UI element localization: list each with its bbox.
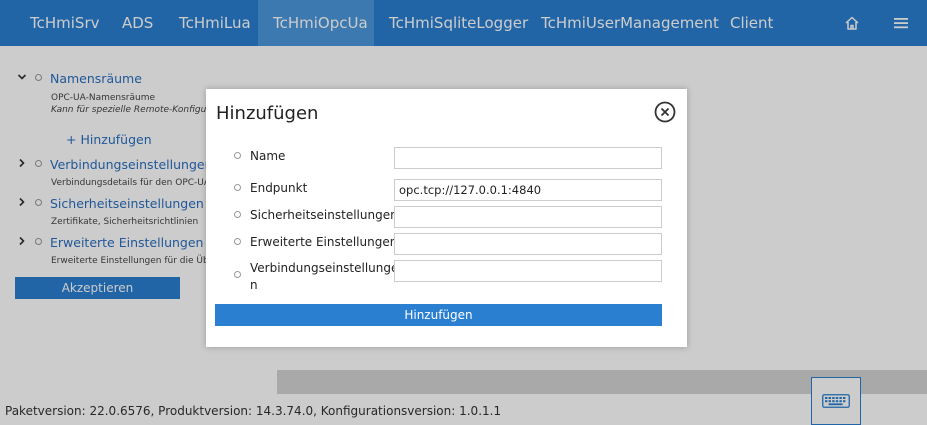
endpoint-input[interactable]: [394, 179, 662, 201]
add-dialog: Hinzufügen Name Endpunkt Sicherheitseins…: [206, 89, 687, 347]
field-bullet: [234, 152, 241, 159]
security-settings-input[interactable]: [394, 206, 662, 228]
advanced-settings-label: Erweiterte Einstellungen: [250, 235, 398, 249]
field-bullet: [234, 211, 241, 218]
advanced-settings-input[interactable]: [394, 233, 662, 255]
security-settings-label: Sicherheitseinstellungen: [250, 208, 398, 222]
name-label: Name: [250, 149, 286, 163]
endpoint-label: Endpunkt: [250, 181, 308, 195]
field-bullet: [234, 271, 241, 278]
field-bullet: [234, 184, 241, 191]
name-input[interactable]: [394, 147, 662, 169]
connection-settings-input[interactable]: [394, 260, 662, 282]
connection-settings-label-wrap: n: [250, 278, 258, 292]
dialog-title: Hinzufügen: [216, 103, 319, 124]
field-bullet: [234, 238, 241, 245]
add-submit-button[interactable]: Hinzufügen: [215, 304, 662, 326]
connection-settings-label: Verbindungseinstellunge: [250, 261, 399, 275]
close-icon[interactable]: [654, 101, 676, 123]
